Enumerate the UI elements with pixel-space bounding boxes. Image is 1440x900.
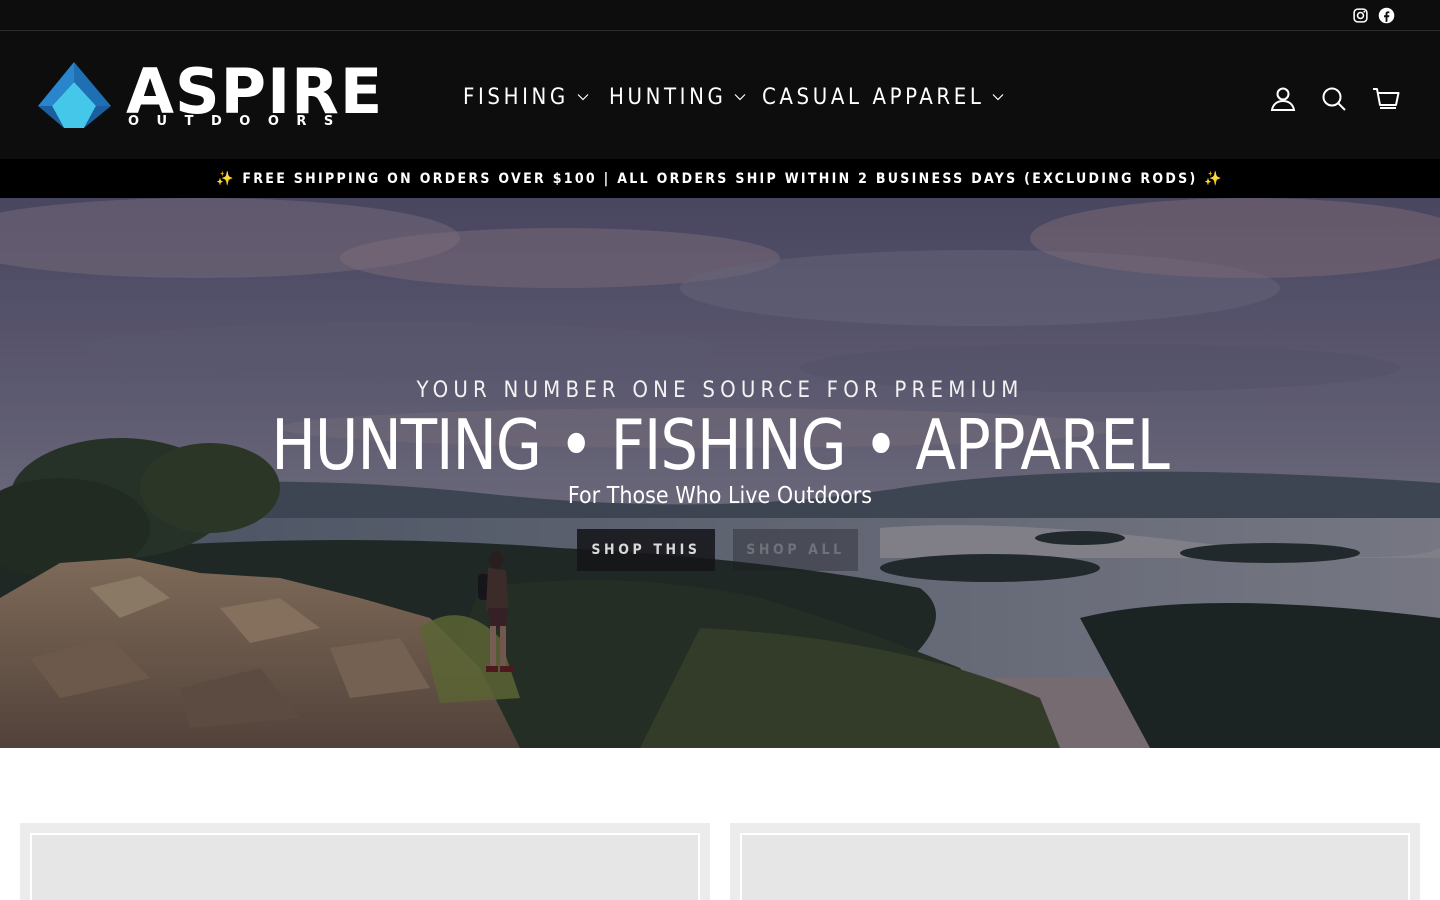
cart-icon <box>1373 88 1400 109</box>
hero-subheading: For Those Who Live Outdoors <box>567 483 873 509</box>
hero-headline: HUNTING • FISHING • APPAREL <box>271 405 1170 486</box>
logo-mark-icon <box>38 62 111 128</box>
facebook-icon[interactable] <box>1378 7 1395 24</box>
hero-banner: YOUR NUMBER ONE SOURCE FOR PREMIUM HUNTI… <box>0 198 1440 748</box>
hero-kicker: YOUR NUMBER ONE SOURCE FOR PREMIUM <box>416 378 1024 403</box>
search-button[interactable] <box>1320 86 1348 112</box>
nav-item-casual-apparel[interactable]: CASUAL APPAREL <box>762 81 1004 113</box>
cart-button[interactable] <box>1372 86 1400 112</box>
login-button[interactable] <box>1269 86 1297 112</box>
nav-item-fishing[interactable]: FISHING <box>463 81 589 113</box>
shop-this-button[interactable]: SHOP THIS <box>577 529 715 571</box>
top-social-bar <box>0 0 1440 31</box>
site-header: ASPIRE OUTDOORS FISHING HUNTING CASUAL A… <box>0 31 1440 159</box>
site-logo[interactable]: ASPIRE OUTDOORS <box>38 56 382 132</box>
chevron-down-icon <box>577 94 589 101</box>
user-icon <box>1270 87 1296 111</box>
announcement-text: ✨ FREE SHIPPING ON ORDERS OVER $100 | AL… <box>215 170 1225 187</box>
collection-card[interactable] <box>20 823 710 900</box>
logo-tagline: OUTDOORS <box>128 114 351 129</box>
nav-item-label: FISHING <box>463 84 569 110</box>
announcement-bar: ✨ FREE SHIPPING ON ORDERS OVER $100 | AL… <box>0 159 1440 198</box>
instagram-icon[interactable] <box>1352 7 1369 24</box>
search-icon <box>1322 87 1346 111</box>
chevron-down-icon <box>735 94 746 101</box>
collection-card-image <box>740 833 1410 900</box>
collection-card[interactable] <box>730 823 1420 900</box>
nav-item-label: CASUAL APPAREL <box>762 84 985 110</box>
shop-all-button[interactable]: SHOP ALL <box>733 529 858 571</box>
nav-item-hunting[interactable]: HUNTING <box>609 81 746 113</box>
nav-item-label: HUNTING <box>609 84 727 110</box>
chevron-down-icon <box>993 94 1004 101</box>
collection-card-image <box>30 833 700 900</box>
